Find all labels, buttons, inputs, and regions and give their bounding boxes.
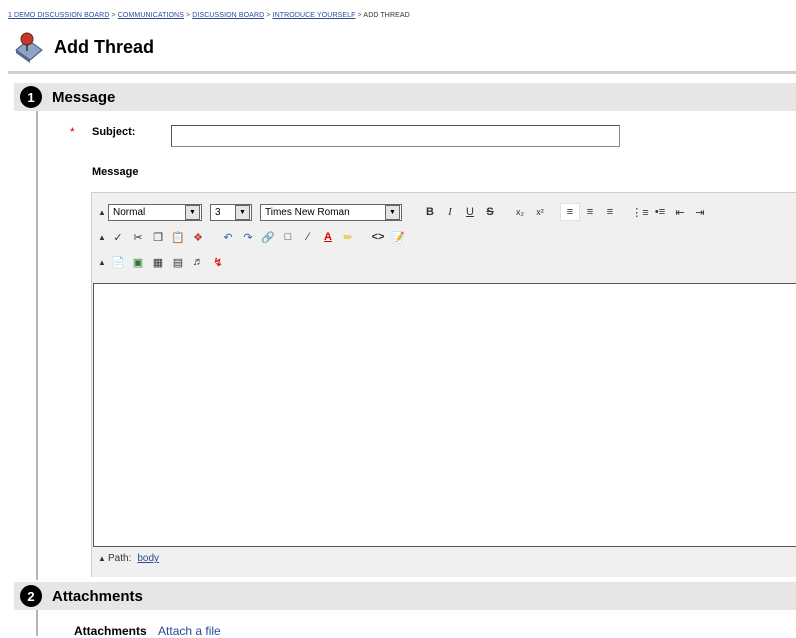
align-center-icon[interactable]: ≡ (580, 203, 600, 221)
breadcrumb-link-discussion-board[interactable]: DISCUSSION BOARD (192, 12, 264, 19)
path-label: Path: (108, 553, 132, 564)
source-code-icon[interactable]: <> (368, 228, 388, 246)
format-select[interactable]: Normal ▼ (108, 203, 202, 221)
chevron-down-icon: ▼ (385, 204, 400, 220)
section-number-badge: 2 (20, 585, 42, 607)
preview-icon[interactable]: 📝 (388, 228, 408, 246)
cut-icon[interactable]: ✂ (128, 228, 148, 246)
bold-icon[interactable]: B (420, 203, 440, 221)
subscript-icon[interactable]: x₂ (510, 203, 530, 221)
section-title: Message (52, 88, 116, 106)
rich-text-editor: ▲ Normal ▼ 3 ▼ Times New Roman ▼ B I U S… (91, 192, 796, 577)
insert-audio-icon[interactable]: ♬ (188, 253, 208, 271)
toolbar-collapse-icon[interactable]: ▲ (98, 258, 108, 267)
breadcrumb-current: ADD THREAD (363, 12, 410, 19)
insert-image-icon[interactable]: ▣ (128, 253, 148, 271)
header-divider (8, 71, 796, 74)
breadcrumb-link-communications[interactable]: COMMUNICATIONS (118, 12, 184, 19)
spellcheck-icon[interactable]: ✓ (108, 228, 128, 246)
insert-table-icon[interactable]: □ (278, 228, 298, 246)
editor-toolbar-row-2: ▲ ✓ ✂ ❐ 📋 ❖ ↶ ↷ 🔗 □ ∕ A ✏ <> 📝 (98, 228, 408, 246)
text-color-icon[interactable]: A (318, 228, 338, 246)
indent-icon[interactable]: ⇥ (690, 203, 710, 221)
italic-icon[interactable]: I (440, 203, 460, 221)
section-message-header: 1 Message (14, 83, 796, 111)
undo-icon[interactable]: ↶ (218, 228, 238, 246)
insert-file-icon[interactable]: 📄 (108, 253, 128, 271)
insert-media-icon[interactable]: ▦ (148, 253, 168, 271)
strikethrough-icon[interactable]: S (480, 203, 500, 221)
toolbar-collapse-icon[interactable]: ▲ (98, 208, 108, 217)
font-family-select[interactable]: Times New Roman ▼ (260, 203, 402, 221)
subject-label: Subject: (92, 126, 136, 138)
outdent-icon[interactable]: ⇤ (670, 203, 690, 221)
section-attachments-header: 2 Attachments (14, 582, 796, 610)
page-header: Add Thread (12, 30, 154, 64)
superscript-icon[interactable]: x² (530, 203, 550, 221)
path-collapse-icon[interactable]: ▲ (98, 554, 108, 563)
section-title: Attachments (52, 587, 143, 605)
message-label: Message (92, 166, 139, 178)
align-left-icon[interactable]: ≡ (560, 203, 580, 221)
page-title: Add Thread (54, 36, 155, 57)
copy-icon[interactable]: ❐ (148, 228, 168, 246)
insert-flash-icon[interactable]: ↯ (208, 253, 228, 271)
redo-icon[interactable]: ↷ (238, 228, 258, 246)
align-right-icon[interactable]: ≡ (600, 203, 620, 221)
thread-pushpin-icon (15, 32, 43, 63)
breadcrumb-link-introduce-yourself[interactable]: INTRODUCE YOURSELF (273, 12, 356, 19)
font-size-select[interactable]: 3 ▼ (210, 203, 252, 221)
insert-link-icon[interactable]: 🔗 (258, 228, 278, 246)
section-attachments-rail (36, 610, 38, 636)
paste-icon[interactable]: 📋 (168, 228, 188, 246)
editor-path-bar: ▲ Path: body (98, 553, 159, 564)
highlight-icon[interactable]: ✏ (338, 228, 358, 246)
unordered-list-icon[interactable]: •≡ (650, 203, 670, 221)
draw-line-icon[interactable]: ∕ (298, 228, 318, 246)
chevron-down-icon: ▼ (185, 204, 200, 220)
breadcrumb: 1 DEMO DISCUSSION BOARD > COMMUNICATIONS… (8, 12, 410, 19)
underline-icon[interactable]: U (460, 203, 480, 221)
subject-input[interactable] (171, 125, 620, 147)
section-number-badge: 1 (20, 86, 42, 108)
required-indicator: * (70, 125, 75, 139)
insert-document-icon[interactable]: ▤ (168, 253, 188, 271)
path-body-link[interactable]: body (137, 553, 159, 564)
section-message-rail (36, 111, 38, 580)
editor-toolbar-row-3: ▲ 📄 ▣ ▦ ▤ ♬ ↯ (98, 253, 228, 271)
breadcrumb-link-demo-board[interactable]: 1 DEMO DISCUSSION BOARD (8, 12, 109, 19)
html-mode-icon[interactable]: ❖ (188, 228, 208, 246)
editor-toolbar-row-1: ▲ Normal ▼ 3 ▼ Times New Roman ▼ B I U S… (98, 203, 710, 221)
message-textarea[interactable] (93, 283, 796, 547)
toolbar-collapse-icon[interactable]: ▲ (98, 233, 108, 242)
ordered-list-icon[interactable]: ⋮≡ (630, 203, 650, 221)
chevron-down-icon: ▼ (235, 204, 250, 220)
